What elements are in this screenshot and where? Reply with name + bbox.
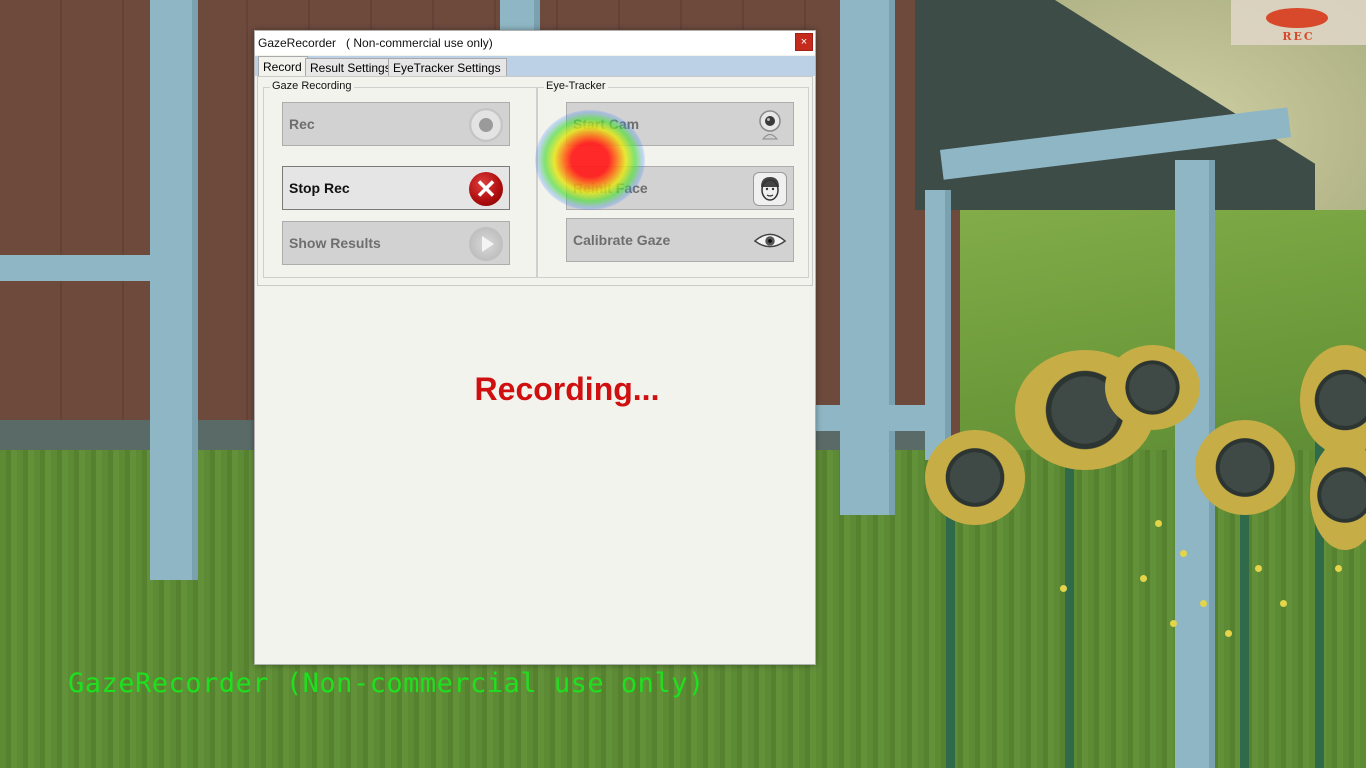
- small-flower: [1225, 630, 1232, 637]
- recording-status: Recording...: [474, 371, 660, 407]
- gaze-recording-label: Gaze Recording: [270, 80, 354, 92]
- flower-stem: [1240, 480, 1249, 768]
- record-icon: [469, 108, 503, 142]
- stop-rec-button-label: Stop Rec: [289, 180, 350, 196]
- rec-button[interactable]: Rec: [282, 102, 510, 146]
- sunflower: [1105, 345, 1200, 430]
- barn-beam: [150, 0, 198, 580]
- sunflower: [1195, 420, 1295, 515]
- watermark-caption: GazeRecorder (Non-commercial use only): [68, 668, 705, 699]
- tab-eyetracker-settings[interactable]: EyeTracker Settings: [388, 58, 507, 76]
- eye-tracker-label: Eye-Tracker: [544, 80, 608, 92]
- barn-crossbeam: [0, 255, 150, 281]
- tab-strip: Record Result Settings EyeTracker Settin…: [255, 56, 815, 77]
- gazerecorder-window: GazeRecorder ( Non-commercial use only) …: [254, 30, 816, 665]
- tab-record[interactable]: Record: [258, 56, 308, 77]
- flower-stem: [1065, 430, 1074, 768]
- stop-icon: ✕: [469, 172, 503, 206]
- small-flower: [1170, 620, 1177, 627]
- close-button[interactable]: ×: [795, 33, 813, 51]
- show-results-button-label: Show Results: [289, 235, 381, 251]
- small-flower: [1255, 565, 1262, 572]
- eye-icon: [753, 224, 787, 258]
- play-icon: [469, 227, 503, 261]
- calibrate-gaze-button[interactable]: Calibrate Gaze: [566, 218, 794, 262]
- rec-button-label: Rec: [289, 116, 315, 132]
- record-tab-panel: Gaze Recording Rec Stop Rec ✕ Show Resul…: [257, 76, 813, 286]
- stop-rec-button[interactable]: Stop Rec ✕: [282, 166, 510, 210]
- rec-badge: REC: [1231, 0, 1366, 45]
- barn-beam: [840, 0, 895, 515]
- flower-stem: [946, 500, 955, 768]
- title-bar[interactable]: GazeRecorder ( Non-commercial use only) …: [255, 31, 815, 55]
- gaze-heatmap-point: [535, 110, 645, 210]
- small-flower: [1200, 600, 1207, 607]
- rec-indicator-icon: [1266, 8, 1328, 28]
- tab-result-settings[interactable]: Result Settings: [305, 58, 397, 76]
- window-title: GazeRecorder ( Non-commercial use only): [258, 36, 493, 50]
- small-flower: [1060, 585, 1067, 592]
- porch-post: [925, 190, 951, 460]
- show-results-button[interactable]: Show Results: [282, 221, 510, 265]
- barn-beam: [500, 0, 540, 30]
- small-flower: [1140, 575, 1147, 582]
- gaze-recording-group: Gaze Recording Rec Stop Rec ✕ Show Resul…: [263, 80, 537, 278]
- small-flower: [1155, 520, 1162, 527]
- calibrate-gaze-button-label: Calibrate Gaze: [573, 232, 671, 248]
- face-icon: [753, 172, 787, 206]
- small-flower: [1335, 565, 1342, 572]
- webcam-icon: [753, 108, 787, 142]
- sunflower: [925, 430, 1025, 525]
- small-flower: [1280, 600, 1287, 607]
- small-flower: [1180, 550, 1187, 557]
- rec-badge-label: REC: [1282, 30, 1315, 43]
- barn-crossbeam: [816, 405, 936, 431]
